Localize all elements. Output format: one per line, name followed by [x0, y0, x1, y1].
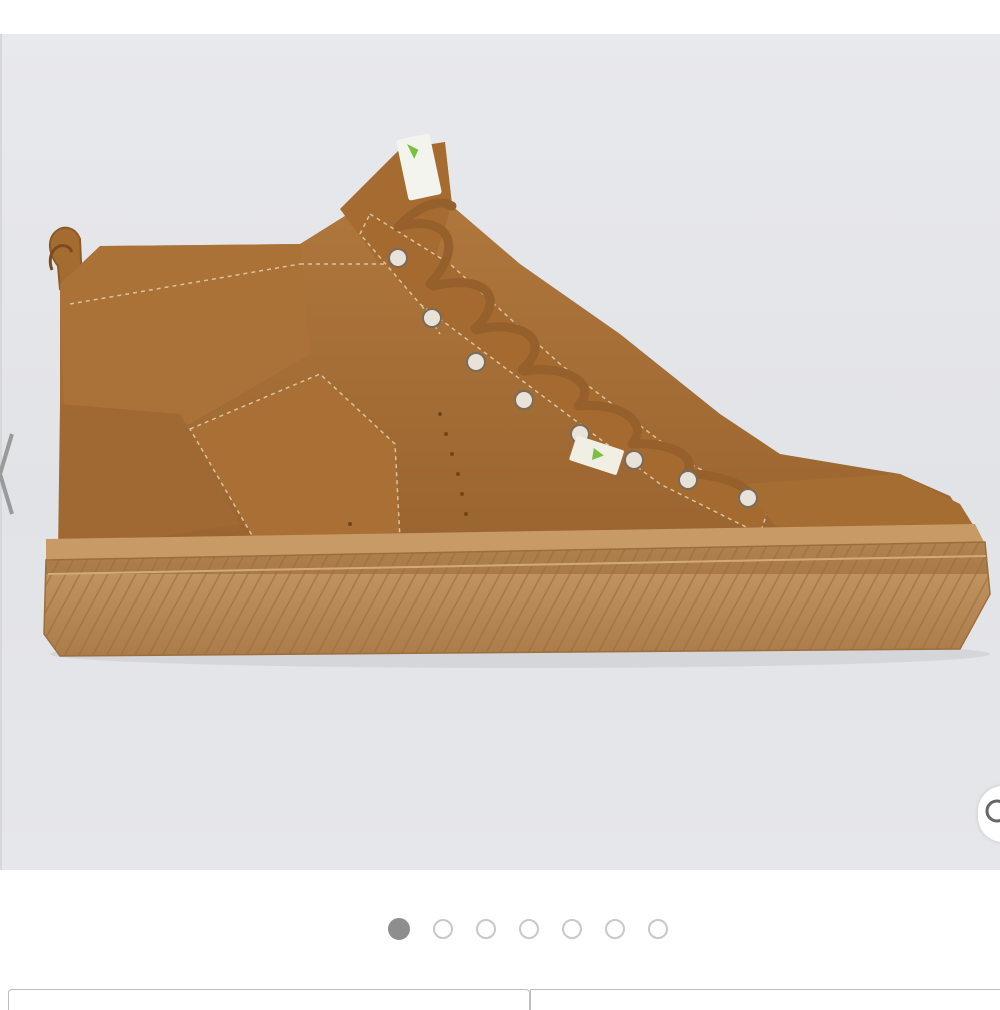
pagination-dot-3[interactable]: [476, 919, 496, 939]
product-image-gallery[interactable]: [0, 34, 1000, 870]
pagination-dot-4[interactable]: [519, 919, 539, 939]
bottom-controls: [0, 986, 1000, 1010]
pagination-dot-6[interactable]: [605, 919, 625, 939]
pagination-dot-1[interactable]: [388, 918, 410, 940]
gallery-pagination: [0, 917, 1000, 941]
top-strip: [0, 0, 1000, 34]
previous-image-button[interactable]: [0, 429, 20, 519]
pagination-dot-7[interactable]: [648, 919, 668, 939]
zoom-icon: [985, 799, 1000, 823]
pagination-dot-5[interactable]: [562, 919, 582, 939]
pagination-dot-2[interactable]: [433, 919, 453, 939]
product-image: [43, 133, 991, 668]
chevron-left-icon: [0, 433, 14, 515]
